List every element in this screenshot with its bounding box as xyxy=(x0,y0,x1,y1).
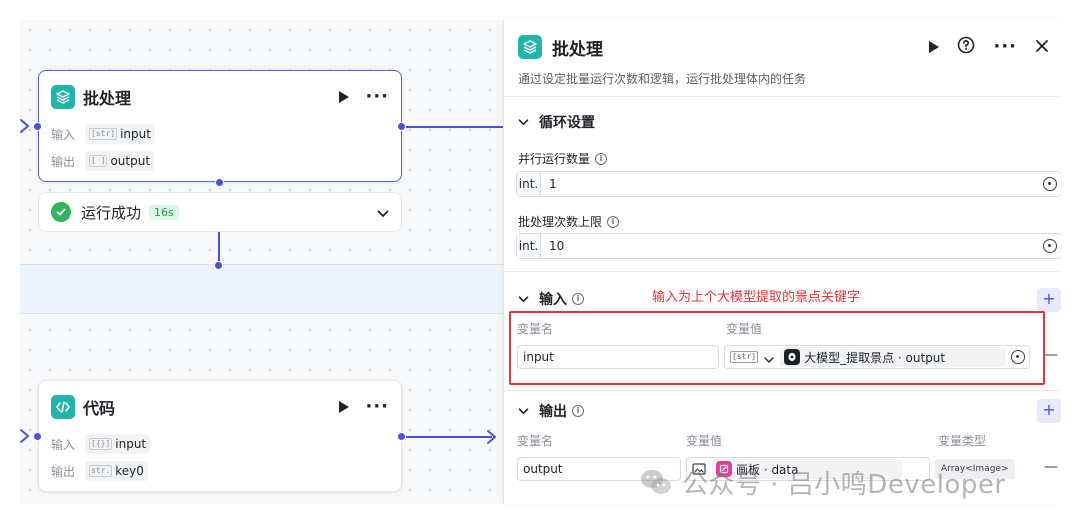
concurrency-label: 并行运行数量 xyxy=(518,152,591,166)
batch-bottom-port[interactable] xyxy=(215,178,224,187)
run-button[interactable] xyxy=(929,41,940,53)
int-type-badge: int. xyxy=(517,234,541,258)
loop-settings-header[interactable]: 循环设置 xyxy=(518,112,595,132)
close-icon[interactable] xyxy=(1035,38,1049,57)
batch-node-output-row: 输出 [ ] output xyxy=(51,151,155,171)
annotation-highlight-box xyxy=(509,311,1045,385)
layers-icon xyxy=(518,35,542,59)
run-node-button[interactable] xyxy=(339,91,350,103)
variable-ref-icon[interactable] xyxy=(1043,239,1057,253)
int-type-badge: int. xyxy=(517,172,541,196)
concurrency-value[interactable]: 1 xyxy=(541,177,1043,191)
more-icon[interactable]: ··· xyxy=(365,398,389,416)
more-icon[interactable]: ··· xyxy=(365,88,389,106)
watermark-text: 公众号 · 吕小鸣Developer xyxy=(682,469,1006,500)
variable-ref-icon[interactable] xyxy=(1043,177,1057,191)
wechat-icon xyxy=(641,470,671,494)
object-array-icon: [{}] xyxy=(89,438,113,450)
output-label: 输出 xyxy=(51,154,76,169)
info-icon[interactable]: i xyxy=(572,293,584,305)
input-chip: [str] input xyxy=(85,124,155,144)
input-name: input xyxy=(115,437,147,451)
input-section-title: 输入 xyxy=(539,292,567,308)
output-label: 输出 xyxy=(51,464,76,479)
divider xyxy=(504,96,1061,97)
input-section-header[interactable]: 输入 i xyxy=(518,289,584,309)
remove-output-button[interactable]: — xyxy=(1044,459,1058,475)
output-name: output xyxy=(110,154,151,168)
workflow-canvas[interactable]: 批处理 ··· 输入 [str] input 输出 [ ] output 运行成… xyxy=(20,20,505,504)
more-icon[interactable]: ··· xyxy=(993,38,1017,56)
output-col-value: 变量值 xyxy=(686,434,723,448)
run-node-button[interactable] xyxy=(339,401,350,413)
code-node-input-row: 输入 [{}] input xyxy=(51,434,151,454)
batch-output-edge xyxy=(406,126,505,128)
arrow-right-icon xyxy=(20,429,29,443)
info-icon[interactable]: i xyxy=(595,152,608,165)
batch-node-input-row: 输入 [str] input xyxy=(51,124,155,144)
batch-body-separator xyxy=(20,264,505,314)
output-col-name: 变量名 xyxy=(517,434,554,448)
batch-input-port[interactable] xyxy=(33,122,42,131)
chevron-down-icon[interactable] xyxy=(518,114,529,130)
divider xyxy=(504,390,1061,391)
watermark: 公众号 · 吕小鸣Developer xyxy=(638,462,1006,502)
batch-limit-field[interactable]: int. 10 xyxy=(516,233,1061,259)
arrow-right-icon xyxy=(487,430,496,444)
input-label: 输入 xyxy=(51,127,76,142)
panel-header: 批处理 ··· xyxy=(518,34,1049,60)
code-output-edge xyxy=(406,436,492,438)
code-node-output-row: 输出 str. key0 xyxy=(51,461,148,481)
divider xyxy=(504,271,1061,272)
input-name: input xyxy=(120,127,151,141)
chevron-down-icon[interactable] xyxy=(377,203,389,222)
batch-limit-label: 批处理次数上限 xyxy=(518,215,603,229)
output-name: key0 xyxy=(115,464,144,478)
image-array-icon: [ ] xyxy=(89,155,108,167)
add-output-button[interactable]: + xyxy=(1037,399,1061,423)
input-chip: [{}] input xyxy=(85,434,151,454)
code-node-title: 代码 xyxy=(83,399,116,418)
code-node[interactable]: 代码 ··· 输入 [{}] input 输出 str. key0 xyxy=(38,380,402,492)
output-chip: str. key0 xyxy=(85,461,148,481)
output-section-header[interactable]: 输出 i xyxy=(518,401,584,421)
batch-node[interactable]: 批处理 ··· 输入 [str] input 输出 [ ] output xyxy=(38,70,402,182)
info-icon[interactable]: i xyxy=(607,215,620,228)
status-text: 运行成功 xyxy=(81,203,142,222)
string-type-icon: str. xyxy=(89,465,113,477)
chevron-down-icon[interactable] xyxy=(518,403,529,419)
output-chip: [ ] output xyxy=(85,151,155,171)
concurrency-field[interactable]: int. 1 xyxy=(516,171,1061,197)
success-check-icon xyxy=(51,202,71,222)
batch-output-port[interactable] xyxy=(397,122,406,131)
run-status-bar[interactable]: 运行成功 16s xyxy=(38,192,402,232)
output-section-title: 输出 xyxy=(539,404,567,420)
info-icon[interactable]: i xyxy=(572,405,584,417)
help-icon[interactable] xyxy=(957,36,975,58)
add-input-button[interactable]: + xyxy=(1037,288,1061,312)
arrow-right-icon xyxy=(20,119,29,133)
layers-icon xyxy=(51,85,75,109)
node-settings-panel: 批处理 ··· 通过设定批量运行次数和逻辑，运行批处理体内的任务 循环设置 并行… xyxy=(503,20,1061,504)
input-annotation: 输入为上个大模型提取的景点关键字 xyxy=(652,290,861,305)
string-array-icon: [str] xyxy=(89,128,118,140)
loop-settings-title: 循环设置 xyxy=(539,115,595,131)
input-label: 输入 xyxy=(51,437,76,452)
output-col-type: 变量类型 xyxy=(938,434,987,448)
batch-node-title: 批处理 xyxy=(83,89,132,108)
chevron-down-icon[interactable] xyxy=(518,291,529,307)
status-time-badge: 16s xyxy=(149,204,179,220)
batch-limit-value[interactable]: 10 xyxy=(541,239,1043,253)
code-icon xyxy=(51,395,75,419)
panel-title: 批处理 xyxy=(552,39,603,60)
code-output-port[interactable] xyxy=(397,432,406,441)
code-input-port[interactable] xyxy=(33,432,42,441)
remove-input-button[interactable]: — xyxy=(1044,347,1058,363)
batch-body-port[interactable] xyxy=(214,261,223,270)
panel-description: 通过设定批量运行次数和逻辑，运行批处理体内的任务 xyxy=(518,72,807,86)
batch-limit-label-row: 批处理次数上限 i xyxy=(518,213,620,230)
concurrency-label-row: 并行运行数量 i xyxy=(518,150,608,167)
